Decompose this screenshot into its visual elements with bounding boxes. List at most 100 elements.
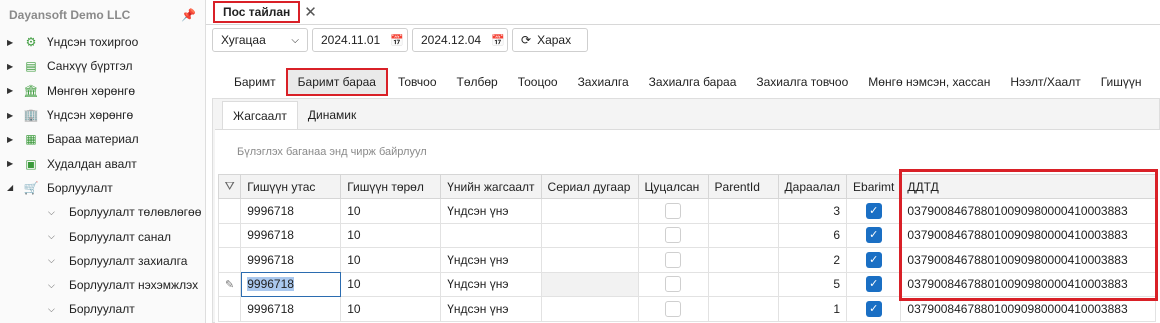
check-icon[interactable]: ✓ [865,300,882,317]
tab-list[interactable]: Жагсаалт [222,101,298,129]
cell-serial[interactable] [540,271,639,297]
date-from-field[interactable]: 2024.11.01 📅 [312,28,408,52]
tab-dynamic[interactable]: Динамик [298,101,366,129]
cell-ebarimt[interactable]: ✓ [846,222,902,248]
cell-serial[interactable] [540,296,639,322]
column-header[interactable]: Гишүүн төрөл [340,174,442,199]
period-select[interactable]: Хугацаа ⌵ [212,28,308,52]
cell-sequence[interactable]: 2 [777,247,848,273]
filter-icon[interactable]: ⛛ [217,174,242,199]
cell-sequence[interactable]: 1 [777,296,848,322]
column-header[interactable]: ДДТД [900,174,1157,199]
check-icon[interactable]: ✓ [865,251,882,268]
document-tab-label[interactable]: Пос тайлан [213,1,301,23]
sidebar-item[interactable]: ▶ 🏢 Үндсэн хөрөнгө [0,103,205,127]
column-header[interactable]: Үнийн жагсаалт [440,174,542,199]
cell-price-list[interactable]: Үндсэн үнэ [440,198,542,224]
column-header[interactable]: Цуцалсан [637,174,709,199]
check-icon[interactable]: ✓ [865,227,882,244]
cell-cancelled[interactable] [637,296,709,322]
sidebar-item[interactable]: ▶ ▣ Худалдан авалт [0,151,205,175]
cell-price-list[interactable]: Үндсэн үнэ [440,271,542,297]
table-row[interactable]: 9996718 10 6 ✓ 03790084678801009098000041000… [217,222,1157,248]
pin-icon[interactable]: 📌 [181,8,196,22]
sidebar-item[interactable]: ▶ 🏛 Мөнгөн хөрөнгө [0,79,205,103]
cell-ddtd[interactable]: 037900846788010090980000410003883 [900,222,1157,248]
caret-down-icon[interactable]: ◢ [7,183,17,192]
sidebar-subitem[interactable]: ⌵ Борлуулалт санал [0,224,205,248]
caret-right-icon[interactable]: ▶ [7,38,17,47]
cell-ebarimt[interactable]: ✓ [846,247,902,273]
caret-right-icon[interactable]: ▶ [7,111,17,120]
cell-parent-id[interactable] [707,296,779,322]
cell-phone[interactable]: 9996718 [240,198,342,224]
section-tab[interactable]: Баримт [224,68,286,96]
document-tab[interactable]: Пос тайлан ✕ [213,0,317,24]
cell-cancelled[interactable] [637,198,709,224]
cell-sequence[interactable]: 5 [777,271,848,297]
sidebar-subitem[interactable]: ⌵ Борлуулалт нэхэмжлэх [0,273,205,297]
section-tab[interactable]: Тооцоо [508,68,568,96]
cell-phone[interactable]: 9996718 [240,222,342,248]
section-tab[interactable]: Захиалга [568,68,639,96]
cell-parent-id[interactable] [707,271,779,297]
cancelled-checkbox[interactable] [665,202,682,219]
cell-price-list[interactable] [440,222,542,248]
cancelled-checkbox[interactable] [665,300,682,317]
sidebar-item[interactable]: ◢ 🛒 Борлуулалт [0,176,205,200]
sidebar-item[interactable]: ▶ ▦ Бараа материал [0,127,205,151]
view-button[interactable]: ⟳ Харах [512,28,588,52]
cell-price-list[interactable]: Үндсэн үнэ [440,296,542,322]
section-tab[interactable]: Мөнгө нэмсэн, хассан [858,68,1000,96]
cell-ebarimt[interactable]: ✓ [846,198,902,224]
cell-ebarimt[interactable]: ✓ [846,296,902,322]
cancelled-checkbox[interactable] [665,227,682,244]
cell-price-list[interactable]: Үндсэн үнэ [440,247,542,273]
caret-right-icon[interactable]: ▶ [7,86,17,95]
cell-cancelled[interactable] [637,247,709,273]
check-icon[interactable]: ✓ [865,202,882,219]
sidebar-subitem[interactable]: ⌵ Борлуулалт захиалга [0,249,205,273]
cell-type[interactable]: 10 [340,247,442,273]
section-tab[interactable]: Захиалга товчоо [746,68,858,96]
cell-type[interactable]: 10 [340,222,442,248]
cell-sequence[interactable]: 3 [777,198,848,224]
section-tab[interactable]: Нээлт/Хаалт [1000,68,1090,96]
column-header[interactable]: Ebarimt [846,174,902,199]
cancelled-checkbox[interactable] [665,276,682,293]
cell-parent-id[interactable] [707,247,779,273]
cell-type[interactable]: 10 [340,296,442,322]
sidebar-item[interactable]: ▶ ⚙ Үндсэн тохиргоо [0,30,205,54]
cell-phone[interactable]: 9996718 [240,296,342,322]
caret-right-icon[interactable]: ▶ [7,159,17,168]
cell-sequence[interactable]: 6 [777,222,848,248]
sidebar-item[interactable]: ▶ ▤ Санхүү бүртгэл [0,54,205,78]
cell-serial[interactable] [540,247,639,273]
column-header[interactable]: ParentId [707,174,779,199]
cell-ddtd[interactable]: 037900846788010090980000410003883 [900,296,1157,322]
calendar-icon[interactable]: 📅 [390,34,404,47]
check-icon[interactable]: ✓ [865,276,882,293]
table-row[interactable]: ✎ 9996718 10 Үндсэн үнэ 5 ✓ 037900846788010090… [217,271,1157,297]
cell-cancelled[interactable] [637,271,709,297]
caret-right-icon[interactable]: ▶ [7,62,17,71]
cell-ddtd[interactable]: 037900846788010090980000410003883 [900,247,1157,273]
sidebar-subitem[interactable]: ⌵ Борлуулалт төлөвлөгөө [0,200,205,224]
cancelled-checkbox[interactable] [665,251,682,268]
cell-parent-id[interactable] [707,198,779,224]
column-header[interactable]: Сериал дугаар [540,174,639,199]
table-row[interactable]: 9996718 10 Үндсэн үнэ 2 ✓ 0379008467880100909… [217,247,1157,273]
section-tab[interactable]: Баримт бараа [285,68,388,96]
cell-parent-id[interactable] [707,222,779,248]
section-tab[interactable]: Төлбөр [447,68,508,96]
sidebar-subitem[interactable]: ⌵ Борлуулалт [0,297,205,321]
cell-cancelled[interactable] [637,222,709,248]
section-tab[interactable]: Захиалга бараа [639,68,747,96]
section-tab[interactable]: Гишүүн [1091,68,1152,96]
cell-type[interactable]: 10 [340,271,442,297]
calendar-icon[interactable]: 📅 [491,34,505,47]
cell-ddtd[interactable]: 037900846788010090980000410003883 [900,198,1157,224]
cell-serial[interactable] [540,222,639,248]
cell-type[interactable]: 10 [340,198,442,224]
date-to-field[interactable]: 2024.12.04 📅 [412,28,508,52]
